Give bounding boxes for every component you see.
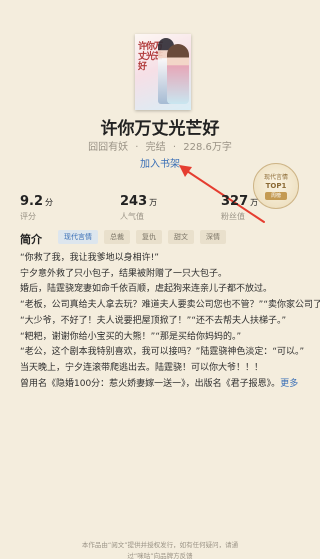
stat-label: 评分 <box>20 212 36 221</box>
description-line: “你救了我，我让我爹地以身相许!” <box>20 253 159 263</box>
stat-rating: 9.2 分 评分 <box>20 190 53 222</box>
description-line: 婚后，陆霆骁宠妻如命千依百顺，虐起狗来连亲儿子都不放过。 <box>20 284 273 295</box>
stat-value: 327 <box>221 194 249 209</box>
stat-label: 粉丝值 <box>221 212 245 221</box>
rank-badge-period: 周榜 <box>265 192 287 200</box>
description-line: “老公，这个剧本我特别喜欢，我可以接吗？”陆霆骁神色淡定：“可以。” <box>20 347 305 358</box>
footer-line: 过“咪咕”向品牌方反馈 <box>127 552 193 559</box>
description-line: “大少爷，不好了！夫人说要把屋顶掀了！”“还不去帮夫人扶梯子。” <box>20 315 287 326</box>
meta-separator: · <box>172 142 177 153</box>
cover-illustration-woman <box>167 44 189 104</box>
description-line-last: 曾用名《隐婚100分：惹火娇妻嫁一送一》，出版名《君子报恩》。更多 <box>20 377 306 393</box>
book-description: “你救了我，我让我爹地以身相许!” 宁夕意外救了只小包子，结果被附赠了一只大包子… <box>20 251 320 393</box>
tag-item[interactable]: 甜文 <box>168 230 194 244</box>
copyright-footer: 本作品由“阅文”提供并授权发行，如有任何疑问，请通 过“咪咕”向品牌方反馈 <box>0 540 320 559</box>
stat-popularity: 243 万 人气值 <box>120 190 157 222</box>
stat-fans: 327 万 粉丝值 <box>221 190 258 222</box>
description-line: “老板，公司真给夫人拿去玩？难道夫人要卖公司您也不管？”“卖你家公司了？” <box>20 300 320 311</box>
stat-unit: 万 <box>250 198 259 207</box>
book-author[interactable]: 囧囧有妖 <box>88 142 128 153</box>
description-line: 当天晚上，宁夕连滚带爬逃出去。陆霆骁！可以你大爷！！！ <box>20 362 264 373</box>
book-cover[interactable]: 许你万丈光芒好 <box>135 34 191 110</box>
stat-unit: 万 <box>149 198 158 207</box>
tag-item[interactable]: 复仇 <box>136 230 162 244</box>
book-meta: 囧囧有妖 · 完结 · 228.6万字 <box>0 138 320 153</box>
intro-heading: 简介 <box>20 233 42 246</box>
meta-separator: · <box>135 142 139 153</box>
stat-unit: 分 <box>45 198 54 207</box>
rank-badge[interactable]: 现代言情 TOP1 周榜 <box>253 163 299 209</box>
genre-tags: 现代言情 总裁 复仇 甜文 深情 <box>58 230 226 244</box>
tag-item[interactable]: 深情 <box>200 230 226 244</box>
footer-line: 本作品由“阅文”提供并授权发行，如有任何疑问，请通 <box>81 541 239 549</box>
book-status: 完结 <box>145 142 166 153</box>
description-line: “粑粑，谢谢你给小宝买的大熊！”“那是买给你妈妈的。” <box>20 331 242 342</box>
stat-label: 人气值 <box>120 212 144 221</box>
stat-value: 243 <box>120 194 148 209</box>
stat-value: 9.2 <box>20 194 44 209</box>
rank-badge-rank: TOP1 <box>265 182 287 190</box>
description-line-text: 曾用名《隐婚100分：惹火娇妻嫁一送一》，出版名《君子报恩》。 <box>20 378 281 389</box>
description-line: 宁夕意外救了只小包子，结果被附赠了一只大包子。 <box>20 268 228 279</box>
book-word-count: 228.6万字 <box>183 142 232 153</box>
book-detail-page: 许你万丈光芒好 许你万丈光芒好 囧囧有妖 · 完结 · 228.6万字 加入书架… <box>0 0 320 559</box>
book-title: 许你万丈光芒好 <box>100 119 220 139</box>
rank-badge-category: 现代言情 <box>263 174 288 181</box>
tag-item[interactable]: 现代言情 <box>58 230 98 244</box>
more-link[interactable]: 更多 <box>280 379 298 389</box>
tag-item[interactable]: 总裁 <box>104 230 130 244</box>
